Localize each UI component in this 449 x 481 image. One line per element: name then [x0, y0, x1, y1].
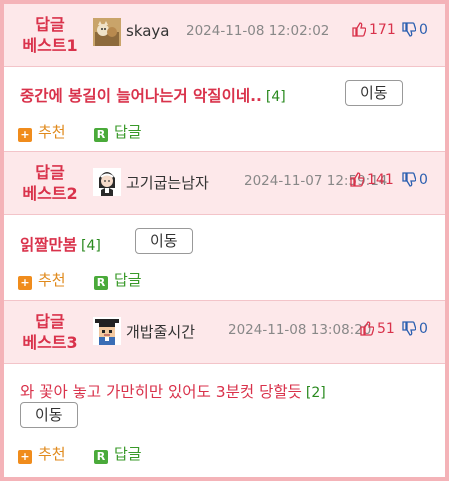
- post-header: 답글 베스트1 skaya 2024-11-08 12:02:02 171 0: [4, 4, 445, 67]
- recommend-label: 추천: [38, 123, 66, 141]
- downvote-count[interactable]: 0: [402, 321, 428, 337]
- reply-r-icon: R: [94, 128, 108, 142]
- thumbs-down-icon: [402, 22, 417, 37]
- post-title-link[interactable]: 읽짤만봄 [4]: [20, 233, 101, 255]
- reply-button[interactable]: R 답글: [94, 443, 142, 464]
- plus-icon: +: [18, 276, 32, 290]
- upvote-number: 51: [377, 321, 395, 337]
- upvote-count[interactable]: 51: [360, 321, 395, 337]
- post-header: 답글 베스트3 개밥줄시간 2024-11-08 13:08:20 51 0: [4, 301, 445, 364]
- reply-label: 답글: [114, 123, 142, 141]
- rank-label: 답글 베스트1: [12, 14, 88, 56]
- pixel-graduate-avatar-icon[interactable]: [93, 317, 121, 345]
- recommend-button[interactable]: + 추천: [18, 121, 66, 142]
- recommend-button[interactable]: + 추천: [18, 443, 66, 464]
- recommend-button[interactable]: + 추천: [18, 269, 66, 290]
- downvote-count[interactable]: 0: [402, 172, 428, 188]
- upvote-number: 171: [369, 22, 396, 38]
- thumbs-up-icon: [360, 321, 375, 336]
- rank-line2: 베스트1: [22, 36, 78, 55]
- reply-r-icon: R: [94, 450, 108, 464]
- move-button[interactable]: 이동: [345, 80, 403, 106]
- rank-line1: 답글: [35, 312, 65, 331]
- downvote-number: 0: [419, 172, 428, 188]
- cat-photo-avatar-icon[interactable]: [93, 18, 121, 46]
- nickname[interactable]: 고기굽는남자: [126, 172, 209, 193]
- post-header: 답글 베스트2 고기굽는남자 2024-11-07 12:59:14 141 0: [4, 152, 445, 215]
- post-title[interactable]: 읽짤만봄: [20, 236, 77, 254]
- move-button[interactable]: 이동: [20, 402, 78, 428]
- post-date: 2024-11-08 13:08:20: [228, 322, 372, 338]
- reply-r-icon: R: [94, 276, 108, 290]
- downvote-number: 0: [419, 22, 428, 38]
- maid-avatar-icon[interactable]: [93, 168, 121, 196]
- upvote-count[interactable]: 141: [350, 172, 394, 188]
- rank-line1: 답글: [35, 163, 65, 182]
- comment-count: [4]: [265, 89, 286, 105]
- post-date: 2024-11-08 12:02:02: [186, 23, 330, 39]
- rank-label: 답글 베스트2: [12, 162, 88, 204]
- downvote-count[interactable]: 0: [402, 22, 428, 38]
- rank-line1: 답글: [35, 15, 65, 34]
- recommend-label: 추천: [38, 445, 66, 463]
- nickname[interactable]: skaya: [126, 22, 170, 40]
- comment-count: [4]: [81, 238, 101, 254]
- nickname[interactable]: 개밥줄시간: [126, 321, 195, 342]
- best-replies-panel: 답글 베스트1 skaya 2024-11-08 12:02:02 171 0 …: [4, 4, 445, 477]
- thumbs-up-icon: [350, 172, 365, 187]
- plus-icon: +: [18, 450, 32, 464]
- rank-line2: 베스트2: [22, 184, 78, 203]
- reply-label: 답글: [114, 445, 142, 463]
- reply-label: 답글: [114, 271, 142, 289]
- reply-button[interactable]: R 답글: [94, 269, 142, 290]
- plus-icon: +: [18, 128, 32, 142]
- thumbs-up-icon: [352, 22, 367, 37]
- thumbs-down-icon: [402, 172, 417, 187]
- rank-label: 답글 베스트3: [12, 311, 88, 353]
- recommend-label: 추천: [38, 271, 66, 289]
- upvote-count[interactable]: 171: [352, 22, 396, 38]
- upvote-number: 141: [367, 172, 394, 188]
- downvote-number: 0: [419, 321, 428, 337]
- post-title[interactable]: 와 꽃아 놓고 가만히만 있어도 3분컷 당할듯: [20, 383, 302, 401]
- thumbs-down-icon: [402, 321, 417, 336]
- post-title-link[interactable]: 중간에 봉길이 늘어나는거 악질이네.. [4]: [20, 84, 286, 106]
- rank-line2: 베스트3: [22, 333, 78, 352]
- reply-button[interactable]: R 답글: [94, 121, 142, 142]
- post-title-link[interactable]: 와 꽃아 놓고 가만히만 있어도 3분컷 당할듯 [2]: [20, 380, 326, 402]
- comment-count: [2]: [305, 385, 326, 401]
- move-button[interactable]: 이동: [135, 228, 193, 254]
- post-title[interactable]: 중간에 봉길이 늘어나는거 악질이네..: [20, 87, 262, 105]
